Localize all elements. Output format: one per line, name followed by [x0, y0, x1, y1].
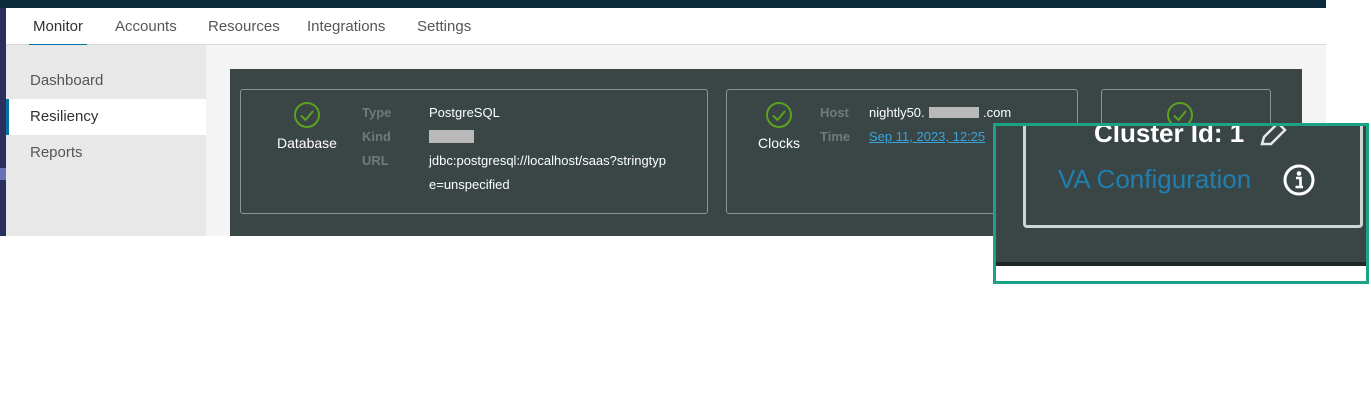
tab-accounts[interactable]: Accounts — [115, 18, 177, 35]
url-label: URL — [362, 153, 389, 168]
check-circle-icon — [294, 102, 320, 128]
pencil-icon[interactable] — [1258, 123, 1288, 146]
host-value-suffix: .com — [983, 105, 1012, 120]
tab-settings[interactable]: Settings — [417, 18, 471, 35]
type-value: PostgreSQL — [429, 105, 500, 120]
sidebar-item-dashboard[interactable]: Dashboard — [6, 63, 206, 99]
time-label: Time — [820, 129, 851, 144]
main-nav: Monitor Accounts Resources Integrations … — [6, 8, 1326, 47]
sidebar: Dashboard Resiliency Reports — [6, 45, 206, 236]
zoom-callout: Cluster Id: 1 VA Configuration — [993, 123, 1369, 284]
top-header-bar — [0, 0, 1326, 8]
redacted-kind-value — [429, 130, 474, 143]
cluster-id-label: Cluster Id: 1 — [1094, 123, 1245, 148]
kind-label: Kind — [362, 129, 391, 144]
check-circle-icon — [766, 102, 792, 128]
database-card: Database Type PostgreSQL Kind URL jdbc:p… — [240, 89, 708, 214]
zoom-background: Cluster Id: 1 VA Configuration — [996, 126, 1366, 266]
card-title: Clocks — [758, 135, 801, 151]
sidebar-item-reports[interactable]: Reports — [6, 135, 206, 171]
sidebar-item-resiliency[interactable]: Resiliency — [6, 99, 206, 135]
host-value-prefix: nightly50. — [869, 105, 925, 120]
url-value-line1: jdbc:postgresql://localhost/saas?stringt… — [429, 153, 667, 168]
zoom-divider — [996, 262, 1366, 266]
info-circle-icon[interactable] — [1282, 163, 1316, 197]
time-value-link[interactable]: Sep 11, 2023, 12:25 — [869, 129, 985, 144]
tab-resources[interactable]: Resources — [208, 18, 280, 35]
tab-integrations[interactable]: Integrations — [307, 18, 385, 35]
va-configuration-link[interactable]: VA Configuration — [1058, 164, 1251, 195]
tab-monitor[interactable]: Monitor — [28, 18, 88, 47]
type-label: Type — [362, 105, 392, 120]
card-title: Database — [277, 135, 337, 151]
redacted-host-segment — [929, 107, 979, 118]
host-label: Host — [820, 105, 849, 120]
url-value-line2: e=unspecified — [429, 177, 510, 192]
